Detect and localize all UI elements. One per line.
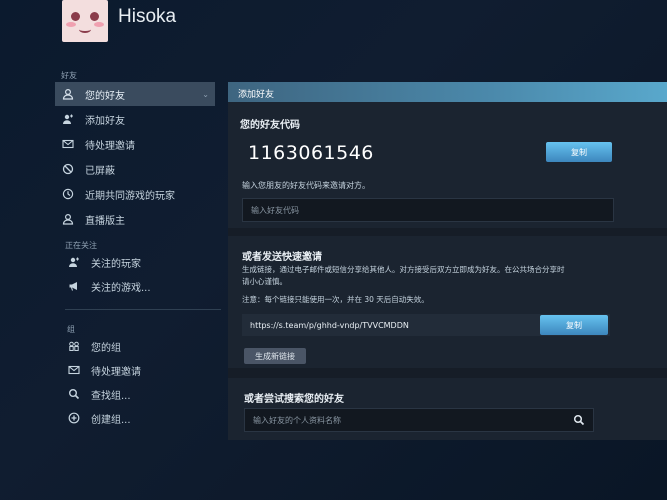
sidebar-item-create-group[interactable]: 创建组... bbox=[55, 406, 215, 430]
quick-invite-title: 或者发送快速邀请 bbox=[242, 252, 322, 263]
chevron-down-icon: ⌄ bbox=[202, 89, 209, 99]
friend-code-title: 您的好友代码 bbox=[240, 120, 300, 131]
search-icon[interactable] bbox=[573, 414, 585, 426]
header: Hisoka bbox=[0, 0, 667, 48]
person-icon bbox=[61, 87, 75, 101]
sidebar-item-your-groups[interactable]: 您的组 bbox=[55, 334, 215, 358]
add-person-icon bbox=[67, 255, 81, 269]
sidebar-item-followed-games[interactable]: 关注的游戏... bbox=[55, 274, 215, 298]
friend-code-value: 1163061546 bbox=[248, 142, 374, 164]
sidebar-item-label: 关注的玩家 bbox=[91, 258, 141, 270]
add-person-icon bbox=[61, 112, 75, 126]
sidebar-item-label: 创建组... bbox=[91, 414, 131, 426]
sidebar-item-label: 待处理邀请 bbox=[85, 140, 135, 152]
sidebar-item-label: 关注的游戏... bbox=[91, 282, 151, 294]
megaphone-icon bbox=[67, 279, 81, 293]
sidebar-item-your-friends[interactable]: 您的好友 ⌄ bbox=[55, 82, 215, 106]
friend-code-input[interactable]: 输入好友代码 bbox=[242, 198, 614, 222]
mail-icon bbox=[67, 363, 81, 377]
search-icon bbox=[67, 387, 81, 401]
search-input[interactable]: 输入好友的个人资料名称 bbox=[244, 408, 594, 432]
sidebar-item-recent-players[interactable]: 近期共同游戏的玩家 bbox=[55, 182, 215, 206]
sidebar-item-find-groups[interactable]: 查找组... bbox=[55, 382, 215, 406]
sidebar-item-label: 您的好友 bbox=[85, 90, 125, 102]
sidebar-item-label: 查找组... bbox=[91, 390, 131, 402]
search-input-placeholder: 输入好友的个人资料名称 bbox=[253, 415, 341, 425]
mail-icon bbox=[61, 137, 75, 151]
panel-title: 添加好友 bbox=[228, 82, 667, 102]
quick-invite-note: 注意：每个链接只能使用一次，并在 30 天后自动失效。 bbox=[242, 295, 429, 304]
sidebar-item-label: 您的组 bbox=[91, 342, 121, 354]
plus-circle-icon bbox=[67, 411, 81, 425]
sidebar-divider bbox=[65, 309, 221, 310]
friends-section-title: 好友 bbox=[61, 71, 77, 80]
search-friends-title: 或者尝试搜索您的好友 bbox=[244, 394, 344, 405]
friend-code-section: 您的好友代码 1163061546 复制 输入您朋友的好友代码来邀请对方。 输入… bbox=[228, 102, 667, 228]
person-icon bbox=[61, 212, 75, 226]
sidebar-item-label: 待处理邀请 bbox=[91, 366, 141, 378]
sidebar-item-followed-players[interactable]: 关注的玩家 bbox=[55, 250, 215, 274]
sidebar-item-add-friend[interactable]: 添加好友 bbox=[55, 107, 215, 131]
avatar[interactable] bbox=[62, 0, 108, 42]
group-icon bbox=[67, 339, 81, 353]
copy-link-button[interactable]: 复制 bbox=[540, 315, 608, 335]
enter-code-hint: 输入您朋友的好友代码来邀请对方。 bbox=[242, 181, 370, 190]
sidebar-item-label: 添加好友 bbox=[85, 115, 125, 127]
sidebar-item-pending-invites[interactable]: 待处理邀请 bbox=[55, 132, 215, 156]
copy-code-button[interactable]: 复制 bbox=[546, 142, 612, 162]
clock-icon bbox=[61, 187, 75, 201]
sidebar-item-label: 已屏蔽 bbox=[85, 165, 115, 177]
sidebar-item-group-invites[interactable]: 待处理邀请 bbox=[55, 358, 215, 382]
sidebar: 好友 您的好友 ⌄ 添加好友 待处理邀请 已屏蔽 近期共同游戏的玩家 直播版主 … bbox=[55, 60, 221, 490]
add-friend-panel: 您的好友代码 1163061546 复制 输入您朋友的好友代码来邀请对方。 输入… bbox=[228, 102, 667, 440]
quick-invite-description-line1: 生成链接，通过电子邮件或短信分享给其他人。对方接受后双方立即成为好友。在公共场合… bbox=[242, 265, 565, 274]
sidebar-item-label: 直播版主 bbox=[85, 215, 125, 227]
username[interactable]: Hisoka bbox=[118, 6, 176, 28]
quick-invite-section: 或者发送快速邀请 生成链接，通过电子邮件或短信分享给其他人。对方接受后双方立即成… bbox=[228, 236, 667, 368]
quick-invite-description-line2: 请小心谨慎。 bbox=[242, 277, 287, 286]
sidebar-item-stream-moderators[interactable]: 直播版主 bbox=[55, 207, 215, 231]
block-icon bbox=[61, 162, 75, 176]
search-friends-section: 或者尝试搜索您的好友 输入好友的个人资料名称 bbox=[228, 378, 667, 440]
sidebar-item-blocked[interactable]: 已屏蔽 bbox=[55, 157, 215, 181]
sidebar-item-label: 近期共同游戏的玩家 bbox=[85, 190, 175, 202]
generate-link-button[interactable]: 生成新链接 bbox=[244, 348, 306, 364]
